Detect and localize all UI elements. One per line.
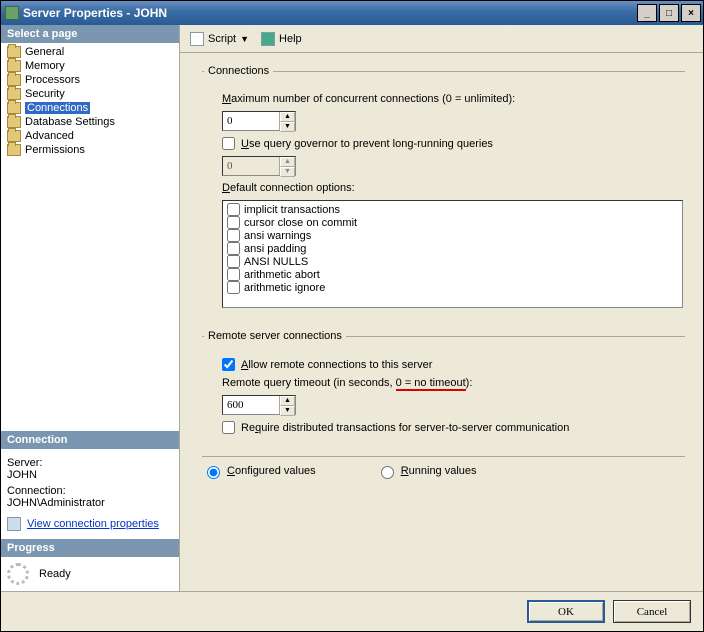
window-title: Server Properties - JOHN <box>23 6 637 20</box>
content-panel: Script ▼ Help Connections Maximum number… <box>179 25 703 591</box>
window: Server Properties - JOHN _ □ × Select a … <box>0 0 704 632</box>
spin-up[interactable]: ▲ <box>280 112 295 122</box>
sidebar-header-progress: Progress <box>1 539 179 557</box>
server-value: JOHN <box>7 469 173 481</box>
close-button[interactable]: × <box>681 4 701 22</box>
default-options-label: Default connection options: <box>222 182 355 194</box>
cancel-button[interactable]: Cancel <box>613 600 691 623</box>
sidebar: Select a page General Memory Processors … <box>1 25 179 591</box>
page-item-security[interactable]: Security <box>1 87 179 101</box>
help-icon <box>261 32 275 46</box>
spin-up[interactable]: ▲ <box>280 396 295 406</box>
query-governor-input <box>223 157 279 175</box>
option-item[interactable]: ansi padding <box>225 242 680 255</box>
page-list: General Memory Processors Security Conne… <box>1 43 179 159</box>
page-item-general[interactable]: General <box>1 45 179 59</box>
option-item[interactable]: ANSI NULLS <box>225 255 680 268</box>
chevron-down-icon: ▼ <box>240 34 249 44</box>
remote-connections-group: Remote server connections Allow remote c… <box>202 330 685 442</box>
ok-button[interactable]: OK <box>527 600 605 623</box>
max-connections-label: Maximum number of concurrent connections… <box>222 93 515 105</box>
minimize-button[interactable]: _ <box>637 4 657 22</box>
page-icon <box>7 88 21 100</box>
configured-values-radio[interactable]: Configured values <box>202 463 316 479</box>
allow-remote-label: Allow remote connections to this server <box>241 359 432 371</box>
page-item-permissions[interactable]: Permissions <box>1 143 179 157</box>
sidebar-header-pages: Select a page <box>1 25 179 43</box>
query-governor-spinner: ▲▼ <box>222 156 296 176</box>
option-item[interactable]: cursor close on commit <box>225 216 680 229</box>
spin-down[interactable]: ▼ <box>280 406 295 416</box>
connections-group: Connections Maximum number of concurrent… <box>202 65 685 316</box>
page-icon <box>7 130 21 142</box>
connection-value: JOHN\Administrator <box>7 497 173 509</box>
dialog-footer: OK Cancel <box>1 591 703 631</box>
option-item[interactable]: arithmetic ignore <box>225 281 680 294</box>
connection-info: Server: JOHN Connection: JOHN\Administra… <box>1 449 179 539</box>
option-item[interactable]: ansi warnings <box>225 229 680 242</box>
progress-spinner-icon <box>7 563 29 585</box>
remote-timeout-label: Remote query timeout (in seconds, 0 = no… <box>222 377 472 391</box>
view-connection-properties-link[interactable]: View connection properties <box>27 518 159 530</box>
connection-label: Connection: <box>7 485 173 497</box>
connections-legend: Connections <box>204 65 273 77</box>
query-governor-checkbox[interactable] <box>222 137 235 150</box>
running-values-radio[interactable]: Running values <box>376 463 477 479</box>
default-options-list[interactable]: implicit transactions cursor close on co… <box>222 200 683 308</box>
page-item-memory[interactable]: Memory <box>1 59 179 73</box>
remote-timeout-spinner[interactable]: ▲▼ <box>222 395 296 415</box>
remote-legend: Remote server connections <box>204 330 346 342</box>
progress-status: Ready <box>39 568 71 580</box>
page-item-connections[interactable]: Connections <box>1 101 179 115</box>
script-icon <box>190 32 204 46</box>
sidebar-header-connection: Connection <box>1 431 179 449</box>
require-distributed-label: Require distributed transactions for ser… <box>241 422 569 434</box>
page-icon <box>7 144 21 156</box>
page-icon <box>7 102 21 114</box>
maximize-button[interactable]: □ <box>659 4 679 22</box>
max-connections-input[interactable] <box>223 112 279 130</box>
page-icon <box>7 60 21 72</box>
page-item-database-settings[interactable]: Database Settings <box>1 115 179 129</box>
remote-timeout-input[interactable] <box>223 396 279 414</box>
server-label: Server: <box>7 457 173 469</box>
help-button[interactable]: Help <box>257 30 306 48</box>
option-item[interactable]: arithmetic abort <box>225 268 680 281</box>
page-item-advanced[interactable]: Advanced <box>1 129 179 143</box>
require-distributed-checkbox[interactable] <box>222 421 235 434</box>
spin-down[interactable]: ▼ <box>280 122 295 132</box>
option-item[interactable]: implicit transactions <box>225 203 680 216</box>
titlebar: Server Properties - JOHN _ □ × <box>1 1 703 25</box>
progress-block: Ready <box>1 557 179 591</box>
page-icon <box>7 74 21 86</box>
allow-remote-checkbox[interactable] <box>222 358 235 371</box>
spin-down: ▼ <box>280 167 295 177</box>
page-icon <box>7 46 21 58</box>
properties-icon <box>7 517 21 531</box>
toolbar: Script ▼ Help <box>180 25 703 53</box>
page-item-processors[interactable]: Processors <box>1 73 179 87</box>
spin-up: ▲ <box>280 157 295 167</box>
app-icon <box>5 6 19 20</box>
page-icon <box>7 116 21 128</box>
query-governor-label: Use query governor to prevent long-runni… <box>241 138 493 150</box>
script-button[interactable]: Script ▼ <box>186 30 253 48</box>
max-connections-spinner[interactable]: ▲▼ <box>222 111 296 131</box>
